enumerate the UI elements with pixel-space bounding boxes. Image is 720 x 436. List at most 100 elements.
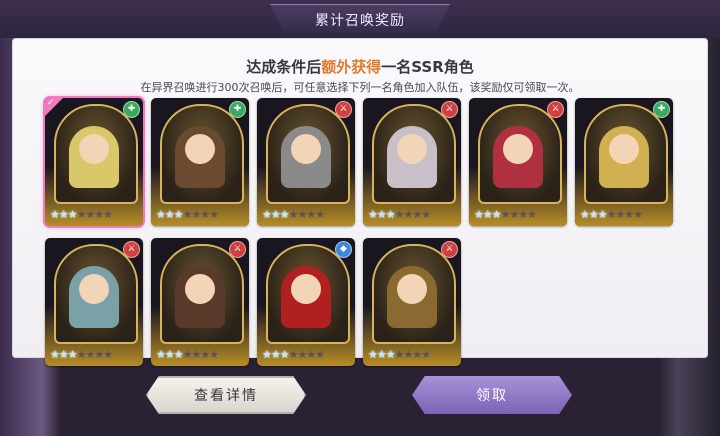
star-filled-icon: ★ bbox=[368, 208, 378, 221]
character-face bbox=[397, 134, 427, 164]
star-empty-icon: ★ bbox=[500, 208, 511, 221]
headline-suffix: 一名SSR角色 bbox=[381, 58, 474, 76]
star-empty-icon: ★ bbox=[209, 348, 219, 361]
window-title: 累计召唤奖励 bbox=[315, 13, 405, 29]
class-icon-red: ⚔ bbox=[335, 101, 352, 118]
class-icon-red: ⚔ bbox=[441, 241, 458, 258]
star-rating: ★★★★★★★ bbox=[50, 348, 113, 361]
star-empty-icon: ★ bbox=[94, 348, 104, 361]
star-filled-icon: ★ bbox=[385, 208, 396, 221]
class-icon-green: ✚ bbox=[123, 101, 140, 118]
character-card[interactable]: ⚔ ★★★★★★★ bbox=[363, 98, 461, 226]
checkmark-icon: ✓ bbox=[47, 98, 55, 108]
character-face bbox=[185, 134, 215, 164]
star-rating: ★★★★★★★ bbox=[368, 348, 431, 361]
star-filled-icon: ★ bbox=[368, 348, 378, 361]
reward-description: 在异界召唤进行300次召唤后，可任意选择下列一名角色加入队伍，该奖励仅可领取一次… bbox=[140, 81, 580, 94]
class-icon-green: ✚ bbox=[653, 101, 670, 118]
star-empty-icon: ★ bbox=[315, 208, 325, 221]
character-face bbox=[291, 134, 321, 164]
star-empty-icon: ★ bbox=[200, 348, 210, 361]
star-filled-icon: ★ bbox=[156, 348, 166, 361]
star-empty-icon: ★ bbox=[76, 208, 87, 221]
star-filled-icon: ★ bbox=[262, 208, 272, 221]
character-card[interactable]: ⚔ ★★★★★★★ bbox=[257, 98, 355, 226]
star-empty-icon: ★ bbox=[182, 348, 193, 361]
star-empty-icon: ★ bbox=[200, 208, 210, 221]
star-filled-icon: ★ bbox=[50, 348, 60, 361]
star-empty-icon: ★ bbox=[527, 208, 537, 221]
star-filled-icon: ★ bbox=[164, 348, 175, 361]
character-face bbox=[609, 134, 639, 164]
star-empty-icon: ★ bbox=[315, 348, 325, 361]
star-empty-icon: ★ bbox=[209, 208, 219, 221]
view-details-button[interactable]: 查看详情 bbox=[146, 376, 306, 414]
star-filled-icon: ★ bbox=[385, 348, 396, 361]
star-empty-icon: ★ bbox=[518, 208, 528, 221]
title-plate: 累计召唤奖励 bbox=[270, 4, 450, 33]
character-card[interactable]: ◆ ★★★★★★★ bbox=[257, 238, 355, 366]
star-rating: ★★★★★★★ bbox=[262, 348, 325, 361]
star-empty-icon: ★ bbox=[182, 208, 193, 221]
star-filled-icon: ★ bbox=[58, 208, 69, 221]
character-card[interactable]: ⚔ ★★★★★★★ bbox=[151, 238, 249, 366]
star-filled-icon: ★ bbox=[164, 208, 175, 221]
star-filled-icon: ★ bbox=[279, 348, 290, 361]
character-face bbox=[503, 134, 533, 164]
star-empty-icon: ★ bbox=[103, 208, 113, 221]
star-filled-icon: ★ bbox=[270, 348, 281, 361]
star-empty-icon: ★ bbox=[94, 208, 104, 221]
class-icon-green: ✚ bbox=[229, 101, 246, 118]
character-card[interactable]: ⚔ ★★★★★★★ bbox=[469, 98, 567, 226]
star-rating: ★★★★★★★ bbox=[580, 208, 643, 221]
star-empty-icon: ★ bbox=[624, 208, 634, 221]
character-face bbox=[79, 274, 109, 304]
star-empty-icon: ★ bbox=[421, 348, 431, 361]
claim-button[interactable]: 领取 bbox=[412, 376, 572, 414]
star-empty-icon: ★ bbox=[412, 208, 422, 221]
star-filled-icon: ★ bbox=[270, 208, 281, 221]
star-empty-icon: ★ bbox=[76, 348, 87, 361]
star-filled-icon: ★ bbox=[376, 208, 387, 221]
star-filled-icon: ★ bbox=[580, 208, 590, 221]
claim-label: 领取 bbox=[476, 388, 508, 404]
star-empty-icon: ★ bbox=[633, 208, 643, 221]
character-card[interactable]: ⚔ ★★★★★★★ bbox=[45, 238, 143, 366]
character-face bbox=[185, 274, 215, 304]
star-filled-icon: ★ bbox=[376, 348, 387, 361]
star-filled-icon: ★ bbox=[491, 208, 502, 221]
star-filled-icon: ★ bbox=[262, 348, 272, 361]
star-filled-icon: ★ bbox=[279, 208, 290, 221]
star-empty-icon: ★ bbox=[394, 348, 405, 361]
character-card[interactable]: ✚ ★★★★★★★ bbox=[151, 98, 249, 226]
star-filled-icon: ★ bbox=[67, 348, 78, 361]
reward-headline: 达成条件后额外获得一名SSR角色 bbox=[12, 56, 708, 77]
class-icon-red: ⚔ bbox=[123, 241, 140, 258]
star-filled-icon: ★ bbox=[482, 208, 493, 221]
headline-highlight: 额外获得 bbox=[321, 58, 382, 76]
view-details-label: 查看详情 bbox=[194, 388, 258, 404]
star-empty-icon: ★ bbox=[288, 208, 299, 221]
star-empty-icon: ★ bbox=[306, 208, 316, 221]
class-icon-red: ⚔ bbox=[441, 101, 458, 118]
star-rating: ★★★★★★★ bbox=[262, 208, 325, 221]
star-filled-icon: ★ bbox=[474, 208, 484, 221]
character-card[interactable]: ⚔ ★★★★★★★ bbox=[363, 238, 461, 366]
character-card[interactable]: ✚ ★★★★★★★ bbox=[575, 98, 673, 226]
star-filled-icon: ★ bbox=[588, 208, 599, 221]
star-filled-icon: ★ bbox=[156, 208, 166, 221]
star-filled-icon: ★ bbox=[597, 208, 608, 221]
star-filled-icon: ★ bbox=[58, 348, 69, 361]
star-empty-icon: ★ bbox=[421, 208, 431, 221]
star-filled-icon: ★ bbox=[67, 208, 78, 221]
title-bar: 累计召唤奖励 bbox=[0, 0, 720, 38]
character-card[interactable]: ✚ ★★★★★★★ ✓ bbox=[45, 98, 143, 226]
star-rating: ★★★★★★★ bbox=[50, 208, 113, 221]
star-empty-icon: ★ bbox=[306, 348, 316, 361]
character-face bbox=[397, 274, 427, 304]
class-icon-red: ⚔ bbox=[547, 101, 564, 118]
star-empty-icon: ★ bbox=[606, 208, 617, 221]
star-rating: ★★★★★★★ bbox=[156, 348, 219, 361]
star-rating: ★★★★★★★ bbox=[474, 208, 537, 221]
star-filled-icon: ★ bbox=[173, 348, 184, 361]
